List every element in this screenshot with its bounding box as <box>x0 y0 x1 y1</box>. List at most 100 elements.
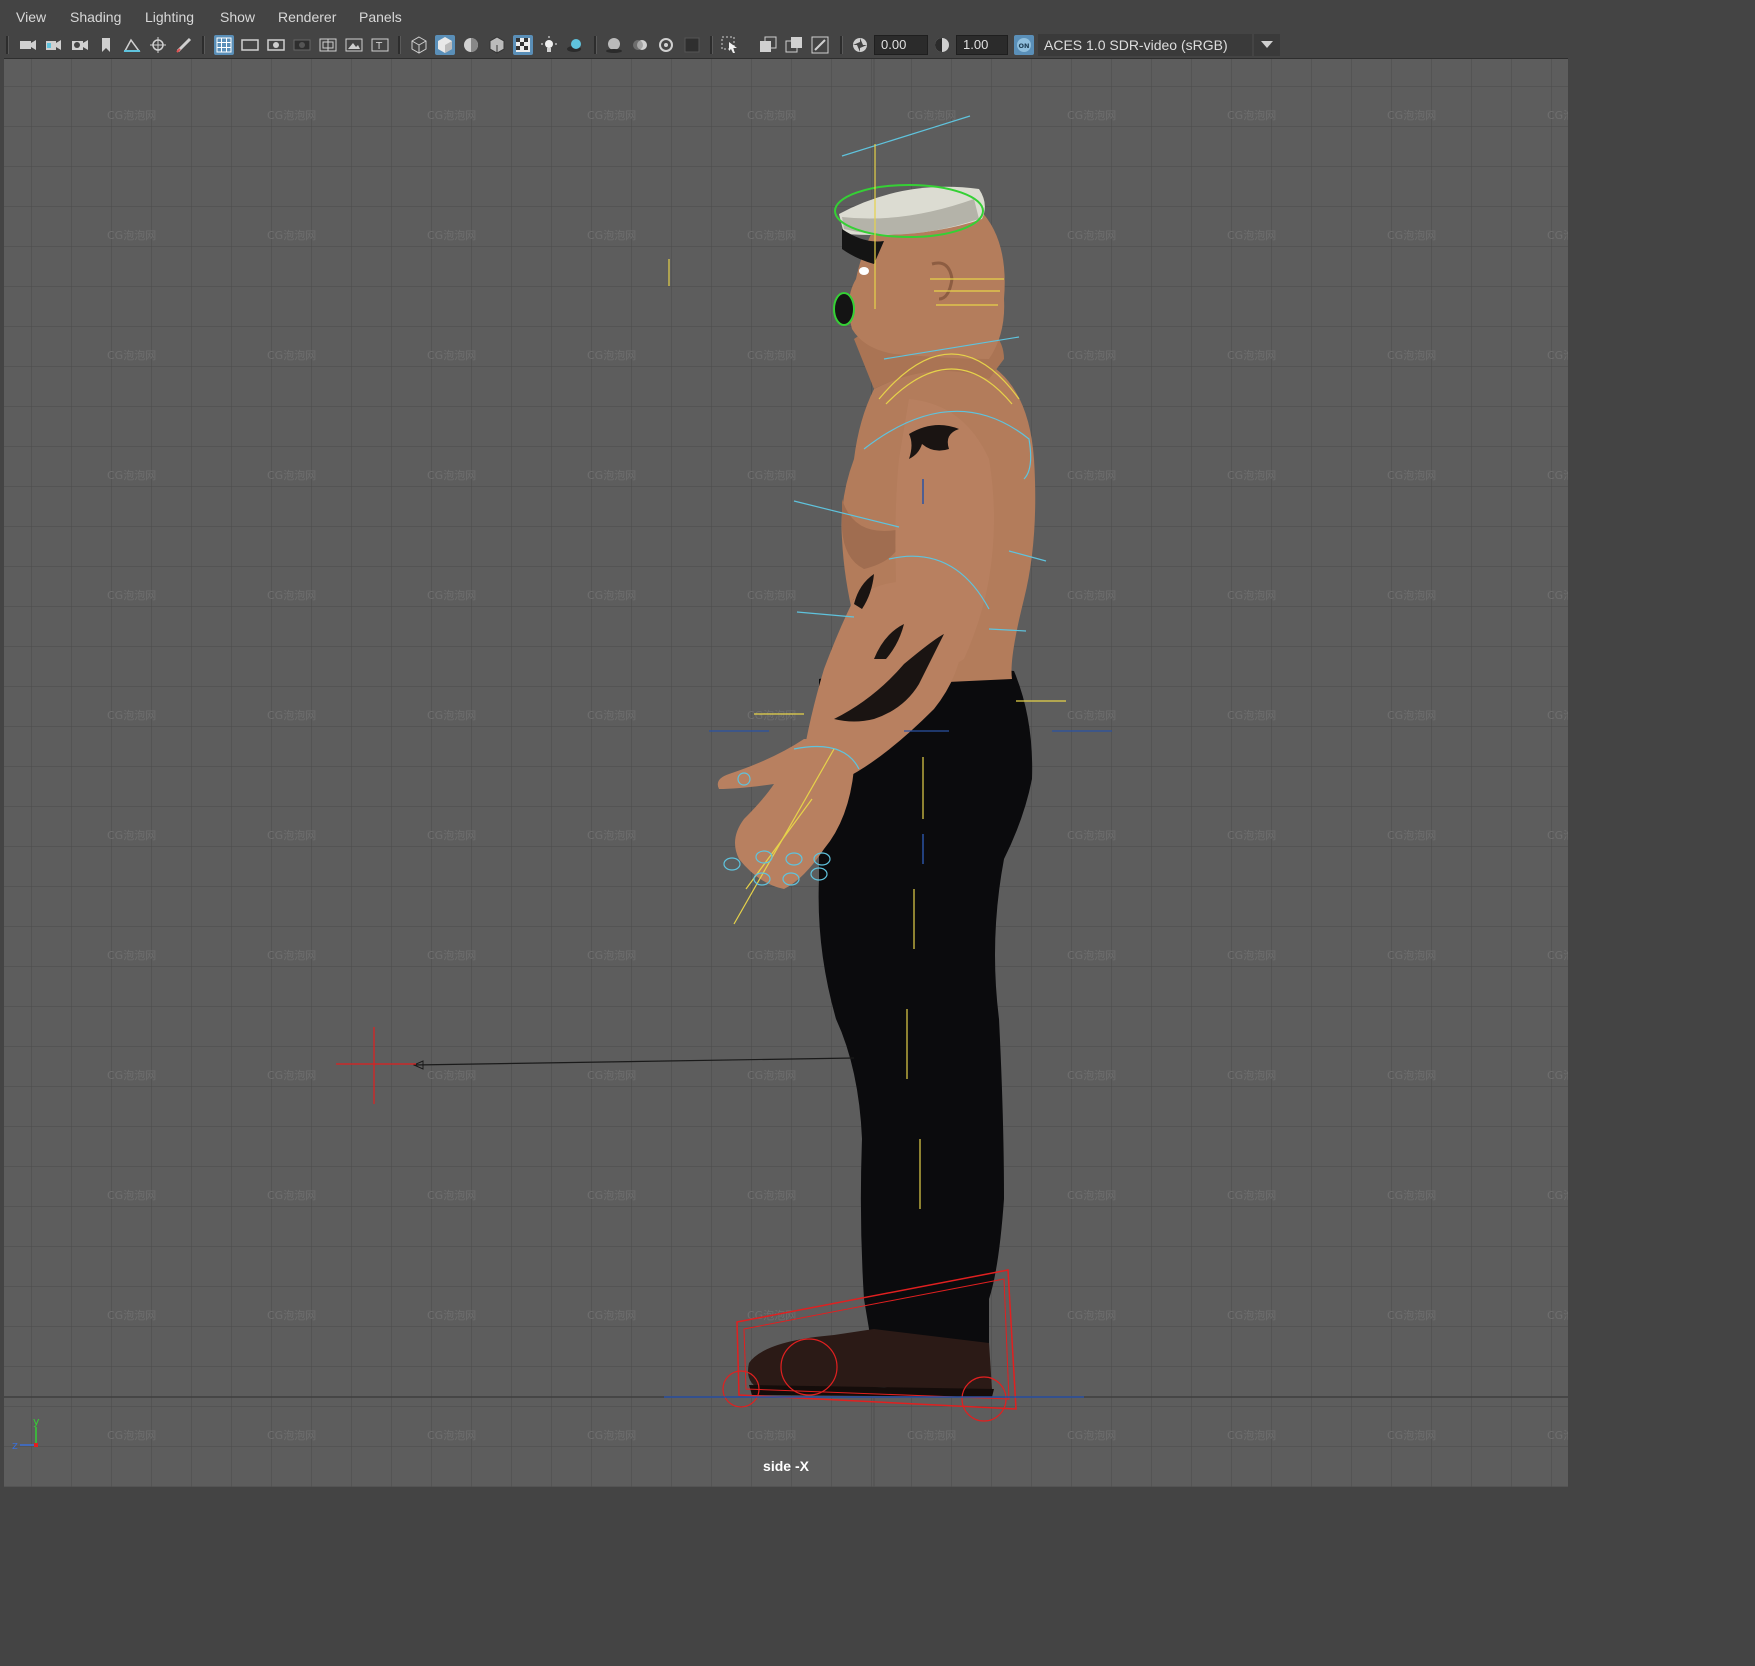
watermark-text: CG泡泡网 <box>587 228 636 242</box>
toolbar-separator <box>398 36 401 54</box>
screen-space-ao-icon[interactable] <box>604 35 624 55</box>
watermark-text: CG泡泡网 <box>1067 348 1116 362</box>
anti-aliasing-icon[interactable] <box>656 35 676 55</box>
watermark-text: CG泡泡网 <box>1067 828 1116 842</box>
watermark-text: CG泡泡网 <box>1547 468 1568 482</box>
watermark-text: CG泡泡网 <box>1067 1308 1116 1322</box>
watermark-text: CG泡泡网 <box>267 1068 316 1082</box>
color-management-toggle[interactable]: ON <box>1014 35 1034 55</box>
safe-title-icon[interactable]: T <box>370 35 390 55</box>
exposure-field[interactable]: 0.00 <box>874 35 928 55</box>
gate-mask-icon[interactable] <box>292 35 312 55</box>
watermark-text: CG泡泡网 <box>907 1428 956 1442</box>
watermark-text: CG泡泡网 <box>1227 948 1276 962</box>
depth-of-field-icon[interactable] <box>682 35 702 55</box>
camera-settings-icon[interactable] <box>70 35 90 55</box>
exposure-icon[interactable] <box>850 35 870 55</box>
watermark-text: CG泡泡网 <box>1547 1308 1568 1322</box>
gamma-icon[interactable] <box>932 35 952 55</box>
xray-components-icon[interactable] <box>810 35 830 55</box>
dropdown-icon[interactable] <box>1254 34 1280 56</box>
watermark-text: CG泡泡网 <box>587 468 636 482</box>
isolate-select-icon[interactable] <box>720 35 740 55</box>
motion-blur-icon[interactable] <box>630 35 650 55</box>
viewport-panel[interactable]: CG泡泡网 CG泡泡网 CG泡泡网 CG泡泡网 CG泡泡网 CG泡泡网 CG泡泡网 CG泡泡网… <box>4 58 1568 1487</box>
menu-view[interactable]: View <box>16 9 46 25</box>
color-space-field[interactable]: ACES 1.0 SDR-video (sRGB) <box>1038 34 1252 56</box>
watermark-text: CG泡泡网 <box>587 1188 636 1202</box>
watermark-text: CG泡泡网 <box>587 1428 636 1442</box>
watermark-text: CG泡泡网 <box>1547 348 1568 362</box>
watermark-text: CG泡泡网 <box>747 1428 796 1442</box>
menu-shading[interactable]: Shading <box>70 9 121 25</box>
watermark-text: CG泡泡网 <box>587 1308 636 1322</box>
watermark-text: CG泡泡网 <box>587 828 636 842</box>
watermark-text: CG泡泡网 <box>587 948 636 962</box>
xray-icon[interactable] <box>758 35 778 55</box>
watermark-text: CG泡泡网 <box>1387 708 1436 722</box>
gamma-field[interactable]: 1.00 <box>956 35 1008 55</box>
watermark-text: CG泡泡网 <box>1227 1308 1276 1322</box>
watermark-text: CG泡泡网 <box>747 1068 796 1082</box>
watermark-text: CG泡泡网 <box>267 348 316 362</box>
watermark-text: CG泡泡网 <box>1227 108 1276 122</box>
field-chart-icon[interactable] <box>318 35 338 55</box>
xray-joints-icon[interactable] <box>784 35 804 55</box>
watermark-text: CG泡泡网 <box>907 108 956 122</box>
menu-show[interactable]: Show <box>220 9 255 25</box>
watermark-text: CG泡泡网 <box>267 228 316 242</box>
watermark-text: CG泡泡网 <box>107 708 156 722</box>
grease-pencil-icon[interactable] <box>174 35 194 55</box>
watermark-text: CG泡泡网 <box>1547 1428 1568 1442</box>
watermark-text: CG泡泡网 <box>1227 828 1276 842</box>
watermark-text: CG泡泡网 <box>1387 228 1436 242</box>
camera-attributes-icon[interactable] <box>43 35 63 55</box>
watermark-text: CG泡泡网 <box>1387 1308 1436 1322</box>
default-material-icon[interactable] <box>461 35 481 55</box>
watermark-text: CG泡泡网 <box>1227 348 1276 362</box>
watermark-text: CG泡泡网 <box>1547 1188 1568 1202</box>
watermark-text: CG泡泡网 <box>1067 108 1116 122</box>
watermark-text: CG泡泡网 <box>427 348 476 362</box>
camera-name-label: side -X <box>763 1458 809 1474</box>
watermark-text: CG泡泡网 <box>267 1428 316 1442</box>
watermark-text: CG泡泡网 <box>107 828 156 842</box>
image-plane-icon[interactable] <box>122 35 142 55</box>
grid-icon[interactable] <box>214 35 234 55</box>
menu-renderer[interactable]: Renderer <box>278 9 336 25</box>
lights-icon[interactable] <box>539 35 559 55</box>
viewport-grid: CG泡泡网 CG泡泡网 CG泡泡网 CG泡泡网 CG泡泡网 CG泡泡网 CG泡泡网 CG泡泡网… <box>4 59 1568 1487</box>
shadows-icon[interactable] <box>565 35 585 55</box>
menu-panels[interactable]: Panels <box>359 9 402 25</box>
wireframe-on-shaded-icon[interactable] <box>487 35 507 55</box>
2d-pan-zoom-icon[interactable] <box>148 35 168 55</box>
watermark-text: CG泡泡网 <box>1227 1068 1276 1082</box>
watermark-text: CG泡泡网 <box>267 588 316 602</box>
watermark-text: CG泡泡网 <box>427 708 476 722</box>
camera-icon[interactable] <box>18 35 38 55</box>
textured-icon[interactable] <box>513 35 533 55</box>
watermark-text: CG泡泡网 <box>1227 708 1276 722</box>
toolbar-separator <box>6 36 9 54</box>
watermark-text: CG泡泡网 <box>747 948 796 962</box>
film-gate-icon[interactable] <box>240 35 260 55</box>
resolution-gate-icon[interactable] <box>266 35 286 55</box>
smooth-shade-icon[interactable] <box>435 35 455 55</box>
color-management-label: ON <box>1019 42 1030 50</box>
safe-action-icon[interactable] <box>344 35 364 55</box>
watermark-text: CG泡泡网 <box>427 588 476 602</box>
svg-text:T: T <box>375 41 383 52</box>
watermark-text: CG泡泡网 <box>107 588 156 602</box>
watermark-text: CG泡泡网 <box>1547 708 1568 722</box>
watermark-text: CG泡泡网 <box>1227 1428 1276 1442</box>
watermark-text: CG泡泡网 <box>267 1308 316 1322</box>
wireframe-icon[interactable] <box>409 35 429 55</box>
watermark-text: CG泡泡网 <box>427 1428 476 1442</box>
menu-bar: View Shading Lighting Show Renderer Pane… <box>0 0 1568 32</box>
watermark-text: CG泡泡网 <box>587 708 636 722</box>
watermark-text: CG泡泡网 <box>427 1188 476 1202</box>
watermark-text: CG泡泡网 <box>267 1188 316 1202</box>
menu-lighting[interactable]: Lighting <box>145 9 194 25</box>
watermark-text: CG泡泡网 <box>747 1188 796 1202</box>
bookmark-icon[interactable] <box>96 35 116 55</box>
